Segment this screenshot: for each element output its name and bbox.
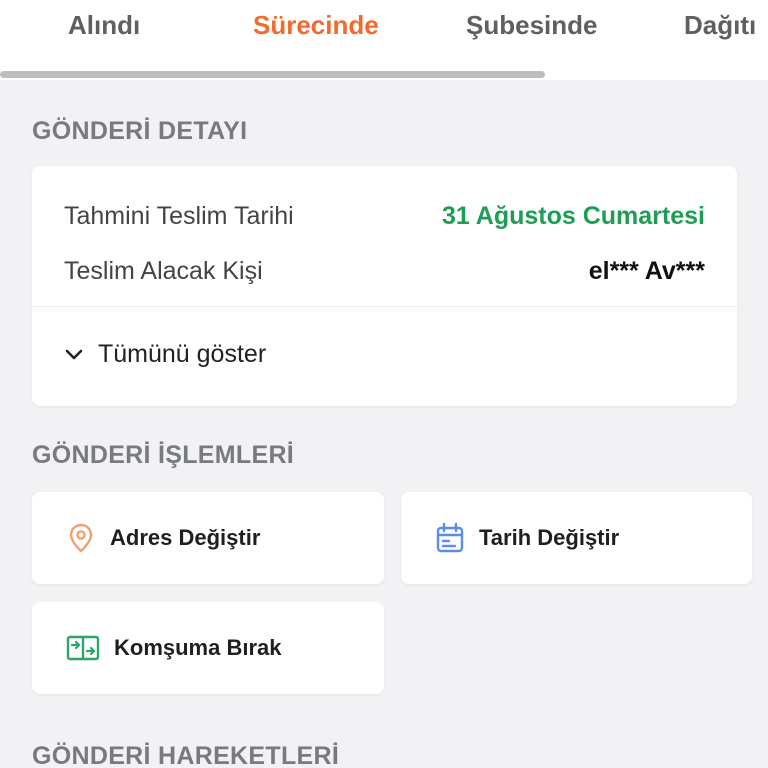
section-title-shipment-detail: GÖNDERİ DETAYI bbox=[32, 117, 248, 145]
leave-with-neighbor-label: Komşuma Bırak bbox=[114, 635, 282, 660]
status-progress-track bbox=[0, 71, 768, 78]
divider bbox=[32, 306, 737, 307]
change-date-label: Tarih Değiştir bbox=[479, 525, 620, 550]
location-pin-icon bbox=[69, 523, 93, 553]
recipient-row: Teslim Alacak Kişi el*** Av*** bbox=[64, 255, 705, 287]
chevron-down-icon bbox=[65, 349, 83, 359]
door-transfer-icon bbox=[66, 635, 100, 661]
show-all-label: Tümünü göster bbox=[98, 340, 267, 368]
status-tabs: Alındı Sürecinde Şubesinde Dağıtı bbox=[0, 0, 768, 80]
change-date-button[interactable]: Tarih Değiştir bbox=[401, 492, 752, 584]
leave-with-neighbor-button[interactable]: Komşuma Bırak bbox=[32, 602, 384, 694]
calendar-icon bbox=[436, 522, 464, 553]
estimated-delivery-value: 31 Ağustos Cumartesi bbox=[441, 201, 705, 230]
recipient-label: Teslim Alacak Kişi bbox=[64, 256, 263, 285]
change-address-button[interactable]: Adres Değiştir bbox=[32, 492, 384, 584]
estimated-delivery-label: Tahmini Teslim Tarihi bbox=[64, 201, 294, 230]
status-progress-fill bbox=[0, 71, 546, 78]
tab-received[interactable]: Alındı bbox=[68, 10, 140, 41]
recipient-value: el*** Av*** bbox=[588, 256, 705, 285]
section-title-shipment-actions: GÖNDERİ İŞLEMLERİ bbox=[32, 441, 295, 469]
tab-at-branch[interactable]: Şubesinde bbox=[466, 10, 597, 41]
show-all-button[interactable]: Tümünü göster bbox=[64, 340, 266, 369]
tab-in-delivery[interactable]: Dağıtı bbox=[684, 10, 756, 41]
tab-in-process[interactable]: Sürecinde bbox=[253, 10, 379, 41]
change-address-label: Adres Değiştir bbox=[110, 525, 261, 550]
estimated-delivery-row: Tahmini Teslim Tarihi 31 Ağustos Cumarte… bbox=[64, 200, 705, 232]
section-title-shipment-movements: GÖNDERİ HAREKETLERİ bbox=[32, 742, 340, 768]
shipment-detail-card: Tahmini Teslim Tarihi 31 Ağustos Cumarte… bbox=[32, 166, 737, 406]
